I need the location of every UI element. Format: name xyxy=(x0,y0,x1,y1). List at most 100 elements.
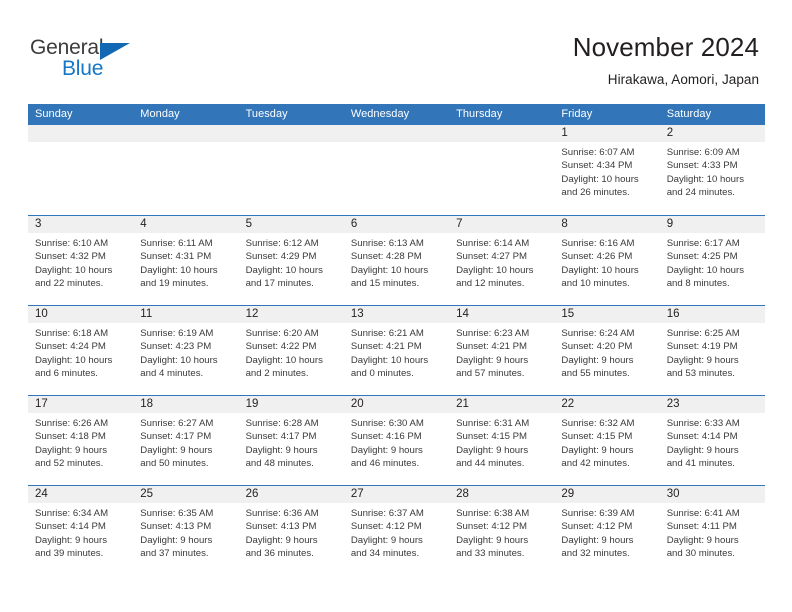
calendar-weeks: 1 Sunrise: 6:07 AM Sunset: 4:34 PM Daylight… xyxy=(28,125,765,577)
day-info-line: Sunrise: 6:18 AM xyxy=(35,328,109,339)
day-info-line: and 24 minutes. xyxy=(666,187,735,199)
day-info-line: Daylight: 9 hours xyxy=(666,534,739,546)
day-info-line: and 50 minutes. xyxy=(140,458,209,470)
day-info-line: Sunset: 4:13 PM xyxy=(140,521,212,533)
day-number: 2 xyxy=(659,125,765,142)
calendar-day-cell[interactable]: 18 Sunrise: 6:27 AM Sunset: 4:17 PM Dayligh… xyxy=(133,396,239,485)
calendar-day-cell[interactable]: 25 Sunrise: 6:35 AM Sunset: 4:13 PM Dayligh… xyxy=(133,486,239,577)
day-info-line: and 10 minutes. xyxy=(561,278,630,290)
day-info-line: Sunrise: 6:12 AM xyxy=(245,238,319,249)
calendar-day-cell[interactable]: 1 Sunrise: 6:07 AM Sunset: 4:34 PM Daylight… xyxy=(554,125,660,215)
calendar-day-cell[interactable]: 6 Sunrise: 6:13 AM Sunset: 4:28 PM Daylight… xyxy=(343,216,450,305)
calendar-day-cell[interactable]: 15 Sunrise: 6:24 AM Sunset: 4:20 PM Dayligh… xyxy=(554,306,660,395)
calendar-day-cell[interactable]: 29 Sunrise: 6:39 AM Sunset: 4:12 PM Dayligh… xyxy=(554,486,660,577)
day-info-line: Sunset: 4:11 PM xyxy=(666,521,737,533)
day-info-line: Daylight: 10 hours xyxy=(245,264,323,276)
day-info-line: and 8 minutes. xyxy=(666,278,730,290)
calendar-day-cell[interactable]: 24 Sunrise: 6:34 AM Sunset: 4:14 PM Dayligh… xyxy=(28,486,134,577)
calendar-day-cell[interactable]: 28 Sunrise: 6:38 AM Sunset: 4:12 PM Dayligh… xyxy=(449,486,555,577)
day-info-line: and 36 minutes. xyxy=(245,548,314,560)
calendar-day-cell[interactable]: 21 Sunrise: 6:31 AM Sunset: 4:15 PM Dayligh… xyxy=(449,396,555,485)
day-sun-info: Sunrise: 6:10 AM Sunset: 4:32 PM Daylight:… xyxy=(28,233,133,291)
calendar-day-cell[interactable]: 8 Sunrise: 6:16 AM Sunset: 4:26 PM Daylight… xyxy=(554,216,660,305)
calendar-day-cell[interactable]: 26 Sunrise: 6:36 AM Sunset: 4:13 PM Dayligh… xyxy=(238,486,344,577)
day-sun-info: Sunrise: 6:26 AM Sunset: 4:18 PM Daylight:… xyxy=(28,413,133,471)
calendar-day-cell[interactable]: 22 Sunrise: 6:32 AM Sunset: 4:15 PM Dayligh… xyxy=(554,396,660,485)
day-info-line: Sunset: 4:17 PM xyxy=(245,431,317,443)
day-sun-info: Sunrise: 6:09 AM Sunset: 4:33 PM Daylight:… xyxy=(660,142,765,200)
calendar-day-cell[interactable]: 19 Sunrise: 6:28 AM Sunset: 4:17 PM Dayligh… xyxy=(238,396,344,485)
day-info-line: and 46 minutes. xyxy=(350,458,420,470)
weekday-header-sunday: Sunday xyxy=(35,108,73,120)
page-header: General Blue November 2024 Hirakawa, Aom… xyxy=(0,0,792,104)
day-info-line: and 52 minutes. xyxy=(35,458,104,470)
day-sun-info: Sunrise: 6:34 AM Sunset: 4:14 PM Daylight:… xyxy=(28,503,133,561)
calendar-day-cell[interactable]: 30 Sunrise: 6:41 AM Sunset: 4:11 PM Dayligh… xyxy=(659,486,765,577)
day-number: 6 xyxy=(343,216,450,233)
day-info-line: Daylight: 9 hours xyxy=(456,354,529,366)
day-info-line: Sunrise: 6:33 AM xyxy=(666,418,740,429)
day-info-line: Daylight: 9 hours xyxy=(140,444,213,456)
day-sun-info xyxy=(133,142,238,146)
day-number: 22 xyxy=(554,396,660,413)
day-sun-info xyxy=(449,142,554,146)
day-info-line: and 42 minutes. xyxy=(561,458,630,470)
day-info-line: Sunrise: 6:19 AM xyxy=(140,328,214,339)
day-info-line: Sunset: 4:24 PM xyxy=(35,341,106,353)
day-info-line: Daylight: 9 hours xyxy=(561,354,634,366)
day-info-line: Daylight: 10 hours xyxy=(350,354,429,366)
day-info-line: and 6 minutes. xyxy=(35,368,98,380)
day-number: 3 xyxy=(28,216,134,233)
calendar-page: General Blue November 2024 Hirakawa, Aom… xyxy=(0,0,792,612)
weekday-header-tuesday: Tuesday xyxy=(245,108,288,120)
day-info-line: Sunset: 4:18 PM xyxy=(35,431,106,443)
day-info-line: Sunset: 4:13 PM xyxy=(245,521,317,533)
calendar-week-row: 10 Sunrise: 6:18 AM Sunset: 4:24 PM Dayligh… xyxy=(28,305,765,395)
day-info-line: Sunset: 4:32 PM xyxy=(35,251,106,263)
day-sun-info: Sunrise: 6:20 AM Sunset: 4:22 PM Daylight:… xyxy=(239,323,344,381)
day-info-line: Sunset: 4:25 PM xyxy=(666,251,738,263)
day-info-line: Sunset: 4:23 PM xyxy=(140,341,212,353)
day-info-line: Sunset: 4:29 PM xyxy=(245,251,317,263)
day-info-line: Sunrise: 6:23 AM xyxy=(456,328,530,339)
day-sun-info: Sunrise: 6:14 AM Sunset: 4:27 PM Daylight:… xyxy=(449,233,554,291)
calendar-day-cell[interactable]: 13 Sunrise: 6:21 AM Sunset: 4:21 PM Dayligh… xyxy=(343,306,450,395)
calendar-day-cell[interactable]: 23 Sunrise: 6:33 AM Sunset: 4:14 PM Dayligh… xyxy=(659,396,765,485)
day-sun-info: Sunrise: 6:33 AM Sunset: 4:14 PM Daylight:… xyxy=(660,413,765,471)
day-sun-info: Sunrise: 6:25 AM Sunset: 4:19 PM Daylight:… xyxy=(660,323,765,381)
day-number: 14 xyxy=(449,306,555,323)
calendar-day-cell[interactable]: 4 Sunrise: 6:11 AM Sunset: 4:31 PM Daylight… xyxy=(133,216,239,305)
day-info-line: Daylight: 9 hours xyxy=(350,444,423,456)
calendar-day-cell[interactable]: 9 Sunrise: 6:17 AM Sunset: 4:25 PM Daylight… xyxy=(659,216,765,305)
day-number: 28 xyxy=(449,486,555,503)
day-info-line: and 55 minutes. xyxy=(561,368,630,380)
calendar-day-cell[interactable]: 10 Sunrise: 6:18 AM Sunset: 4:24 PM Dayligh… xyxy=(28,306,134,395)
calendar-day-empty xyxy=(449,125,555,215)
day-info-line: Sunset: 4:21 PM xyxy=(456,341,528,353)
day-info-line: Sunrise: 6:34 AM xyxy=(35,508,109,519)
day-number: 26 xyxy=(238,486,344,503)
day-info-line: Sunrise: 6:31 AM xyxy=(456,418,530,429)
calendar-day-cell[interactable]: 20 Sunrise: 6:30 AM Sunset: 4:16 PM Dayligh… xyxy=(343,396,450,485)
calendar-day-cell[interactable]: 3 Sunrise: 6:10 AM Sunset: 4:32 PM Daylight… xyxy=(28,216,134,305)
calendar-day-cell[interactable]: 7 Sunrise: 6:14 AM Sunset: 4:27 PM Daylight… xyxy=(449,216,555,305)
day-info-line: Daylight: 10 hours xyxy=(140,354,218,366)
calendar-day-cell[interactable]: 27 Sunrise: 6:37 AM Sunset: 4:12 PM Dayligh… xyxy=(343,486,450,577)
day-sun-info: Sunrise: 6:24 AM Sunset: 4:20 PM Daylight:… xyxy=(554,323,659,381)
calendar-day-cell[interactable]: 5 Sunrise: 6:12 AM Sunset: 4:29 PM Daylight… xyxy=(238,216,344,305)
day-info-line: Daylight: 10 hours xyxy=(245,354,323,366)
general-blue-logo[interactable]: General Blue xyxy=(30,36,160,82)
weekday-header-row: Sunday Monday Tuesday Wednesday Thursday Frid… xyxy=(28,104,765,125)
day-info-line: Daylight: 10 hours xyxy=(140,264,218,276)
calendar-day-cell[interactable]: 12 Sunrise: 6:20 AM Sunset: 4:22 PM Dayligh… xyxy=(238,306,344,395)
calendar-day-cell[interactable]: 16 Sunrise: 6:25 AM Sunset: 4:19 PM Dayligh… xyxy=(659,306,765,395)
calendar-day-cell[interactable]: 14 Sunrise: 6:23 AM Sunset: 4:21 PM Dayligh… xyxy=(449,306,555,395)
weekday-header-saturday: Saturday xyxy=(666,108,712,120)
day-info-line: Sunrise: 6:07 AM xyxy=(561,147,635,158)
calendar-day-cell[interactable]: 11 Sunrise: 6:19 AM Sunset: 4:23 PM Dayligh… xyxy=(133,306,239,395)
calendar-day-cell[interactable]: 2 Sunrise: 6:09 AM Sunset: 4:33 PM Daylight… xyxy=(659,125,765,215)
day-sun-info: Sunrise: 6:18 AM Sunset: 4:24 PM Daylight:… xyxy=(28,323,133,381)
day-info-line: and 19 minutes. xyxy=(140,278,209,290)
calendar-day-cell[interactable]: 17 Sunrise: 6:26 AM Sunset: 4:18 PM Dayligh… xyxy=(28,396,134,485)
day-info-line: Sunrise: 6:27 AM xyxy=(140,418,214,429)
